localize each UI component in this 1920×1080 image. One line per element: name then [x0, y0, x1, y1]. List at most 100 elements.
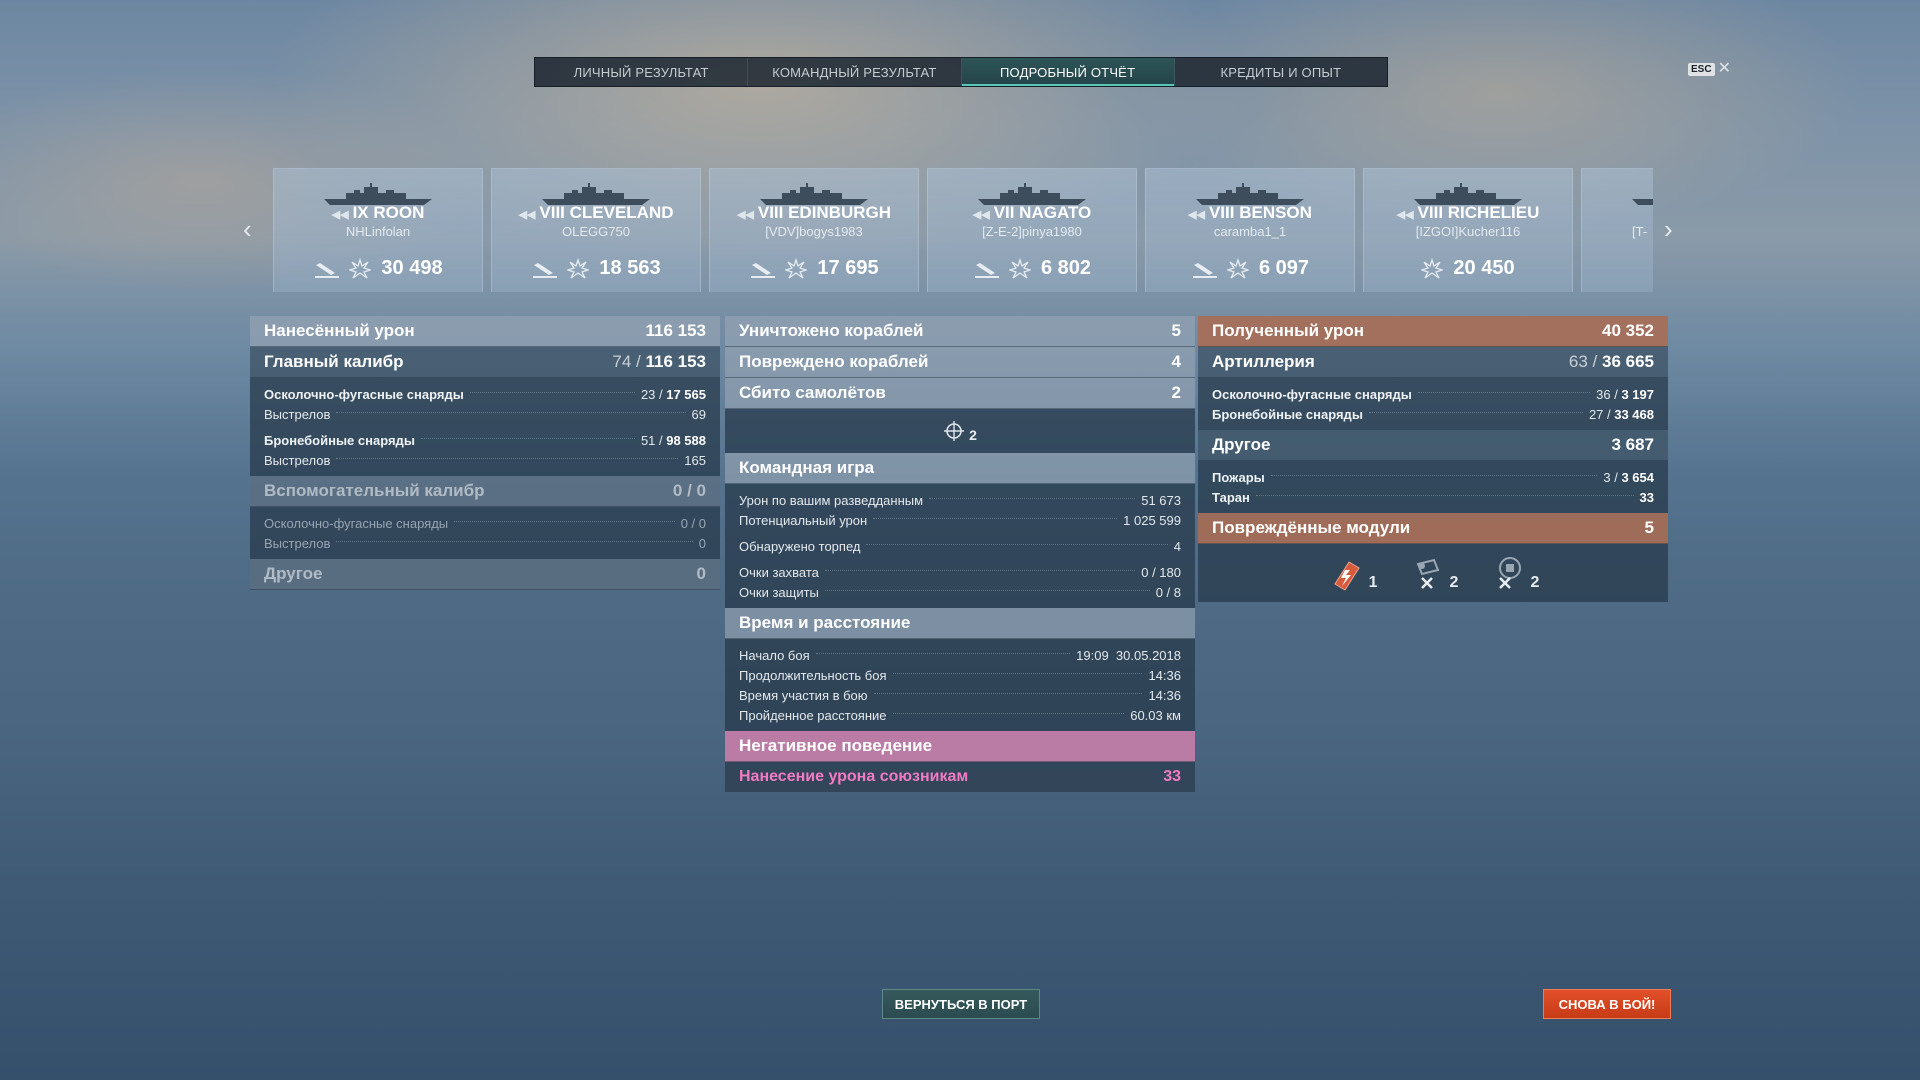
- ship-stats: 20 450: [1364, 257, 1572, 280]
- spotting-value: 51 673: [1141, 492, 1181, 508]
- received-damage-value: 40 352: [1602, 321, 1654, 340]
- battle-start-label: Начало боя: [739, 647, 810, 663]
- player-name: [IZGOI]Kucher116: [1415, 224, 1521, 239]
- damaged-row: Повреждено кораблей 4: [725, 347, 1195, 378]
- damaged-modules-header: Повреждённые модули 5: [1198, 513, 1668, 544]
- damage-icon: [1008, 257, 1031, 279]
- ship-class-icon: ◀◀: [736, 209, 754, 221]
- ship-damage: 6 802: [1040, 257, 1092, 279]
- ap-shells-row: Бронебойные снаряды 51 / 98 588: [250, 430, 720, 450]
- ship-card[interactable]: ◀◀ VIII CLEVELAND OLEGG750 18 563: [491, 168, 701, 292]
- potential-label: Потенциальный урон: [739, 512, 868, 528]
- he-shells-row: Осколочно-фугасные снаряды 23 / 17 565: [250, 384, 720, 404]
- ship-class-icon: ◀◀: [972, 209, 990, 221]
- ship-damage: 30 498: [381, 257, 443, 279]
- he-shots-label: Выстрелов: [264, 406, 331, 422]
- ship-carousel: ◀◀ IX ROON NHLinfolan 30 498 ◀◀ VIII CLEVELAN…: [273, 168, 1653, 292]
- tab-detailed-report[interactable]: ПОДРОБНЫЙ ОТЧЁТ: [961, 58, 1175, 86]
- potential-value: 1 025 599: [1123, 512, 1181, 528]
- secondary-he-row: Осколочно-фугасные снаряды 0 / 0: [250, 513, 720, 533]
- main-battery-label: Главный калибр: [264, 352, 404, 371]
- ship-damage: 6 097: [1258, 257, 1310, 279]
- planes-icon-count: 2: [969, 427, 977, 443]
- ship-card[interactable]: ◀◀ VIII RICHELIEU [IZGOI]Kucher116 20 450: [1363, 168, 1573, 292]
- ap-shots-value: 165: [684, 452, 706, 468]
- player-name: [Z-E-2]pinya1980: [982, 224, 1082, 239]
- ship-stats: 6 802: [928, 257, 1136, 280]
- received-ap-value: 27 / 33 468: [1588, 406, 1654, 422]
- module-count: 1: [1368, 574, 1378, 591]
- main-battery-row: Главный калибр 74 / 116 153: [250, 347, 720, 378]
- participation-row: Время участия в бою 14:36: [725, 685, 1195, 705]
- duration-value: 14:36: [1148, 667, 1181, 683]
- spotting-label: Урон по вашим разведданным: [739, 492, 924, 508]
- ram-label: Таран: [1212, 489, 1250, 505]
- defense-label: Очки защиты: [739, 584, 819, 600]
- player-name: caramba1_1: [1213, 224, 1287, 239]
- artillery-row: Артиллерия 63 / 36 665: [1198, 347, 1668, 378]
- player-name: [T-: [1632, 224, 1648, 239]
- planes-row: Сбито самолётов 2: [725, 378, 1195, 409]
- damaged-label: Повреждено кораблей: [739, 352, 929, 371]
- tab-team-result[interactable]: КОМАНДНЫЙ РЕЗУЛЬТАТ: [748, 58, 962, 86]
- received-damage-header: Полученный урон 40 352: [1198, 316, 1668, 347]
- torps-row: Обнаружено торпед 4: [725, 536, 1195, 556]
- damage-icon: [1226, 257, 1249, 279]
- battle-again-button[interactable]: СНОВА В БОЙ!: [1543, 989, 1671, 1019]
- damage-icon: [349, 257, 372, 279]
- ship-stats: 6 097: [1146, 257, 1354, 280]
- team-damage-row: Нанесение урона союзникам 33: [725, 762, 1195, 792]
- ram-value: 33: [1639, 489, 1654, 505]
- ship-card[interactable]: ◀◀ VIII EDINBURGH [VDV]bogys1983 17 695: [709, 168, 919, 292]
- tab-personal-result[interactable]: ЛИЧНЫЙ РЕЗУЛЬТАТ: [535, 58, 749, 86]
- dealt-damage-label: Нанесённый урон: [264, 321, 415, 340]
- module-item: 2: [1488, 554, 1539, 592]
- module-item: 2: [1408, 554, 1459, 592]
- close-button[interactable]: ESC ✕: [1688, 60, 1731, 77]
- return-to-port-button[interactable]: ВЕРНУТЬСЯ В ПОРТ: [882, 989, 1040, 1019]
- received-other-label: Другое: [1212, 435, 1271, 454]
- damaged-modules-icons: 1 2 2: [1198, 544, 1668, 602]
- time-distance-header: Время и расстояние: [725, 608, 1195, 639]
- negative-behavior-header: Негативное поведение: [725, 731, 1195, 762]
- duration-row: Продолжительность боя 14:36: [725, 665, 1195, 685]
- duration-label: Продолжительность боя: [739, 667, 887, 683]
- planes-label: Сбито самолётов: [739, 383, 886, 402]
- secondary-battery-label: Вспомогательный калибр: [264, 481, 485, 500]
- potential-row: Потенциальный урон 1 025 599: [725, 510, 1195, 530]
- crosshair-icon: [944, 421, 965, 441]
- ship-damage: 20 450: [1453, 257, 1515, 279]
- ship-card[interactable]: ◀◀ IX ROON NHLinfolan 30 498: [273, 168, 483, 292]
- tab-credits-xp[interactable]: КРЕДИТЫ И ОПЫТ: [1175, 58, 1387, 86]
- defense-value: 0 / 8: [1155, 584, 1181, 600]
- player-name: OLEGG750: [562, 224, 630, 239]
- close-icon: ✕: [1717, 60, 1731, 77]
- ship-class-icon: ◀◀: [1188, 209, 1205, 221]
- module-item: 1: [1327, 554, 1378, 592]
- ship-card[interactable]: [T-: [1581, 168, 1653, 292]
- ship-silhouette-icon: [1632, 199, 1653, 205]
- esc-key-label: ESC: [1688, 62, 1715, 76]
- received-ap-label: Бронебойные снаряды: [1212, 406, 1363, 422]
- ship-card[interactable]: ◀◀ VIII BENSON caramba1_1 6 097: [1145, 168, 1355, 292]
- carousel-next-button[interactable]: ›: [1664, 214, 1673, 245]
- carousel-prev-button[interactable]: ‹: [243, 214, 252, 245]
- destroyed-label: Уничтожено кораблей: [739, 321, 924, 340]
- ship-name: ◀◀ VIII CLEVELAND: [518, 203, 674, 222]
- module-count: 2: [1449, 574, 1459, 591]
- damage-icon: [567, 257, 590, 279]
- distance-label: Пройденное расстояние: [739, 707, 887, 723]
- team-play-label: Командная игра: [739, 458, 875, 477]
- ship-damage: 18 563: [599, 257, 661, 279]
- ship-stats: 30 498: [274, 257, 482, 280]
- fires-value: 3 / 3 654: [1603, 469, 1654, 485]
- received-ap-row: Бронебойные снаряды 27 / 33 468: [1198, 404, 1668, 424]
- ship-stats: 18 563: [492, 257, 700, 280]
- ship-card[interactable]: ◀◀ VII NAGATO [Z-E-2]pinya1980 6 802: [927, 168, 1137, 292]
- ap-shells-value: 51 / 98 588: [640, 432, 706, 448]
- damage-dealt-panel: Нанесённый урон 116 153 Главный калибр 7…: [250, 316, 720, 590]
- battle-start-row: Начало боя 19:09 30.05.2018: [725, 645, 1195, 665]
- ship-damage: 17 695: [817, 257, 879, 279]
- damaged-value: 4: [1171, 352, 1181, 371]
- secondary-battery-row: Вспомогательный калибр 0 / 0: [250, 476, 720, 507]
